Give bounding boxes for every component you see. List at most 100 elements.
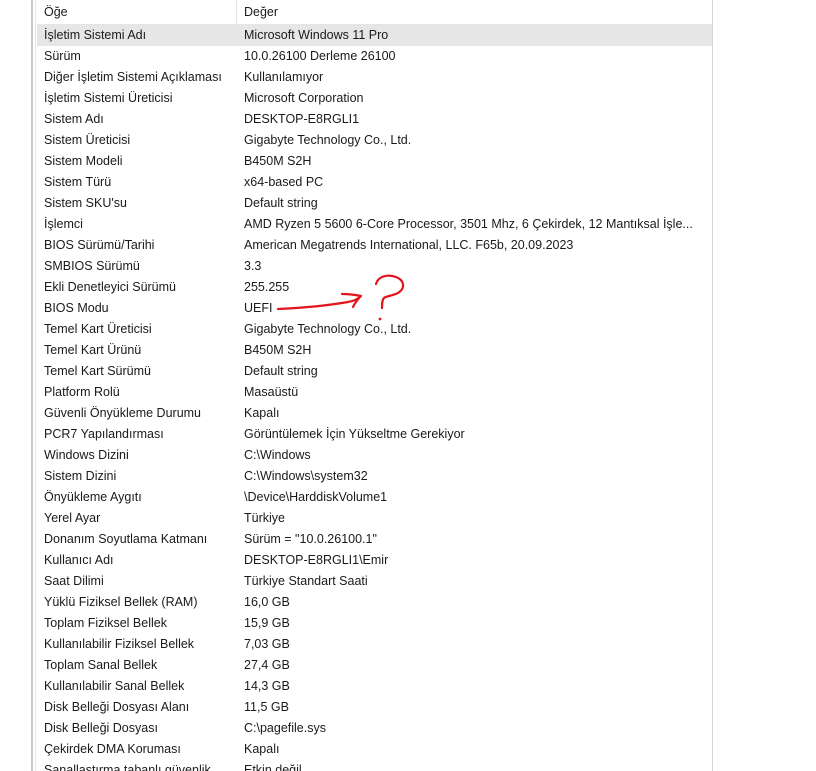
item-cell: Temel Kart Üreticisi — [44, 322, 152, 336]
table-row[interactable]: Sistem Dizini C:\Windows\system32 — [37, 466, 712, 487]
table-row[interactable]: Disk Belleği Dosyası C:\pagefile.sys — [37, 718, 712, 739]
table-row[interactable]: Windows Dizini C:\Windows — [37, 445, 712, 466]
value-cell: Gigabyte Technology Co., Ltd. — [244, 322, 412, 336]
table-row[interactable]: Sürüm 10.0.26100 Derleme 26100 — [37, 46, 712, 67]
item-cell: İşletim Sistemi Adı — [44, 28, 147, 42]
window-left-edge-inner — [35, 0, 36, 771]
column-header-item[interactable]: Öğe — [37, 0, 237, 24]
table-row[interactable]: Saat Dilimi Türkiye Standart Saati — [37, 571, 712, 592]
value-cell: 15,9 GB — [244, 616, 290, 630]
table-row[interactable]: Çekirdek DMA Koruması Kapalı — [37, 739, 712, 760]
value-cell: 7,03 GB — [244, 637, 290, 651]
table-row[interactable]: Kullanıcı Adı DESKTOP-E8RGLI1\Emir — [37, 550, 712, 571]
item-cell: Disk Belleği Dosyası — [44, 721, 158, 735]
table-row[interactable]: İşletim Sistemi Üreticisi Microsoft Corpo… — [37, 88, 712, 109]
value-cell: UEFI — [244, 301, 273, 315]
item-cell: Kullanılabilir Fiziksel Bellek — [44, 637, 195, 651]
table-row[interactable]: Sistem SKU'su Default string — [37, 193, 712, 214]
table-row[interactable]: İşlemci AMD Ryzen 5 5600 6-Core Processor… — [37, 214, 712, 235]
value-cell: Kullanılamıyor — [244, 70, 324, 84]
value-cell: Etkin değil — [244, 763, 302, 771]
value-cell: C:\Windows — [244, 448, 311, 462]
table-row[interactable]: PCR7 Yapılandırması Görüntülemek İçin Yük… — [37, 424, 712, 445]
table-row[interactable]: SMBIOS Sürümü 3.3 — [37, 256, 712, 277]
table-row[interactable]: Güvenli Önyükleme Durumu Kapalı — [37, 403, 712, 424]
item-cell: PCR7 Yapılandırması — [44, 427, 164, 441]
table-row[interactable]: Sistem Modeli B450M S2H — [37, 151, 712, 172]
table-row[interactable]: İşletim Sistemi Adı Microsoft Windows 11 … — [37, 25, 712, 46]
value-cell: C:\pagefile.sys — [244, 721, 326, 735]
item-cell: Önyükleme Aygıtı — [44, 490, 142, 504]
table-row[interactable]: Sistem Üreticisi Gigabyte Technology Co.,… — [37, 130, 712, 151]
listview-rows: İşletim Sistemi Adı Microsoft Windows 11 … — [37, 25, 712, 771]
item-cell: Disk Belleği Dosyası Alanı — [44, 700, 190, 714]
value-cell: Türkiye — [244, 511, 285, 525]
item-cell: SMBIOS Sürümü — [44, 259, 140, 273]
listview-header: Öğe Değer — [37, 0, 712, 25]
table-row[interactable]: Kullanılabilir Sanal Bellek 14,3 GB — [37, 676, 712, 697]
item-cell: Ekli Denetleyici Sürümü — [44, 280, 176, 294]
value-cell: Masaüstü — [244, 385, 299, 399]
table-row[interactable]: Önyükleme Aygıtı \Device\HarddiskVolume1 — [37, 487, 712, 508]
table-row[interactable]: BIOS Sürümü/Tarihi American Megatrends In… — [37, 235, 712, 256]
value-cell: 27,4 GB — [244, 658, 290, 672]
item-cell: Kullanıcı Adı — [44, 553, 114, 567]
value-cell: Görüntülemek İçin Yükseltme Gerekiyor — [244, 427, 465, 441]
item-cell: Toplam Sanal Bellek — [44, 658, 158, 672]
value-cell: x64-based PC — [244, 175, 324, 189]
system-summary-listview[interactable]: Öğe Değer İşletim Sistemi Adı Microsoft W… — [37, 0, 713, 771]
value-cell: Gigabyte Technology Co., Ltd. — [244, 133, 412, 147]
value-cell: Microsoft Corporation — [244, 91, 364, 105]
item-cell: Yerel Ayar — [44, 511, 101, 525]
item-cell: Sistem Modeli — [44, 154, 123, 168]
table-row[interactable]: Yüklü Fiziksel Bellek (RAM) 16,0 GB — [37, 592, 712, 613]
table-row[interactable]: Temel Kart Ürünü B450M S2H — [37, 340, 712, 361]
item-cell: Güvenli Önyükleme Durumu — [44, 406, 202, 420]
table-row[interactable]: Yerel Ayar Türkiye — [37, 508, 712, 529]
table-row[interactable]: Disk Belleği Dosyası Alanı 11,5 GB — [37, 697, 712, 718]
table-row[interactable]: Donanım Soyutlama Katmanı Sürüm = "10.0.2… — [37, 529, 712, 550]
value-cell: 14,3 GB — [244, 679, 290, 693]
value-cell: Default string — [244, 196, 318, 210]
item-cell: BIOS Modu — [44, 301, 109, 315]
value-cell: Sürüm = "10.0.26100.1" — [244, 532, 377, 546]
item-cell: Windows Dizini — [44, 448, 129, 462]
item-cell: Toplam Fiziksel Bellek — [44, 616, 167, 630]
item-cell: Sistem SKU'su — [44, 196, 127, 210]
table-row[interactable]: Sanallaştırma tabanlı güvenlik Etkin deği… — [37, 760, 712, 771]
value-cell: DESKTOP-E8RGLI1 — [244, 112, 360, 126]
value-cell: 11,5 GB — [244, 700, 289, 714]
value-cell: 10.0.26100 Derleme 26100 — [244, 49, 396, 63]
table-row[interactable]: Temel Kart Sürümü Default string — [37, 361, 712, 382]
table-row[interactable]: BIOS Modu UEFI — [37, 298, 712, 319]
table-row[interactable]: Ekli Denetleyici Sürümü 255.255 — [37, 277, 712, 298]
item-cell: Yüklü Fiziksel Bellek (RAM) — [44, 595, 198, 609]
value-cell: AMD Ryzen 5 5600 6-Core Processor, 3501 … — [244, 217, 693, 231]
table-row[interactable]: Kullanılabilir Fiziksel Bellek 7,03 GB — [37, 634, 712, 655]
table-row[interactable]: Sistem Adı DESKTOP-E8RGLI1 — [37, 109, 712, 130]
item-cell: Sistem Üreticisi — [44, 133, 131, 147]
item-cell: Sistem Adı — [44, 112, 104, 126]
table-row[interactable]: Temel Kart Üreticisi Gigabyte Technology … — [37, 319, 712, 340]
column-header-value[interactable]: Değer — [237, 0, 712, 24]
item-cell: Çekirdek DMA Koruması — [44, 742, 181, 756]
item-cell: Sistem Dizini — [44, 469, 117, 483]
value-cell: B450M S2H — [244, 154, 312, 168]
item-cell: İşlemci — [44, 217, 83, 231]
value-cell: C:\Windows\system32 — [244, 469, 368, 483]
value-cell: Default string — [244, 364, 318, 378]
item-cell: Donanım Soyutlama Katmanı — [44, 532, 208, 546]
value-cell: Türkiye Standart Saati — [244, 574, 368, 588]
value-cell: 255.255 — [244, 280, 290, 294]
table-row[interactable]: Sistem Türü x64-based PC — [37, 172, 712, 193]
table-row[interactable]: Platform Rolü Masaüstü — [37, 382, 712, 403]
table-row[interactable]: Diğer İşletim Sistemi Açıklaması Kullanıl… — [37, 67, 712, 88]
value-cell: Kapalı — [244, 742, 280, 756]
item-cell: Sürüm — [44, 49, 81, 63]
value-cell: American Megatrends International, LLC. … — [244, 238, 574, 252]
value-cell: 16,0 GB — [244, 595, 290, 609]
table-row[interactable]: Toplam Fiziksel Bellek 15,9 GB — [37, 613, 712, 634]
value-cell: Kapalı — [244, 406, 280, 420]
table-row[interactable]: Toplam Sanal Bellek 27,4 GB — [37, 655, 712, 676]
value-cell: \Device\HarddiskVolume1 — [244, 490, 388, 504]
